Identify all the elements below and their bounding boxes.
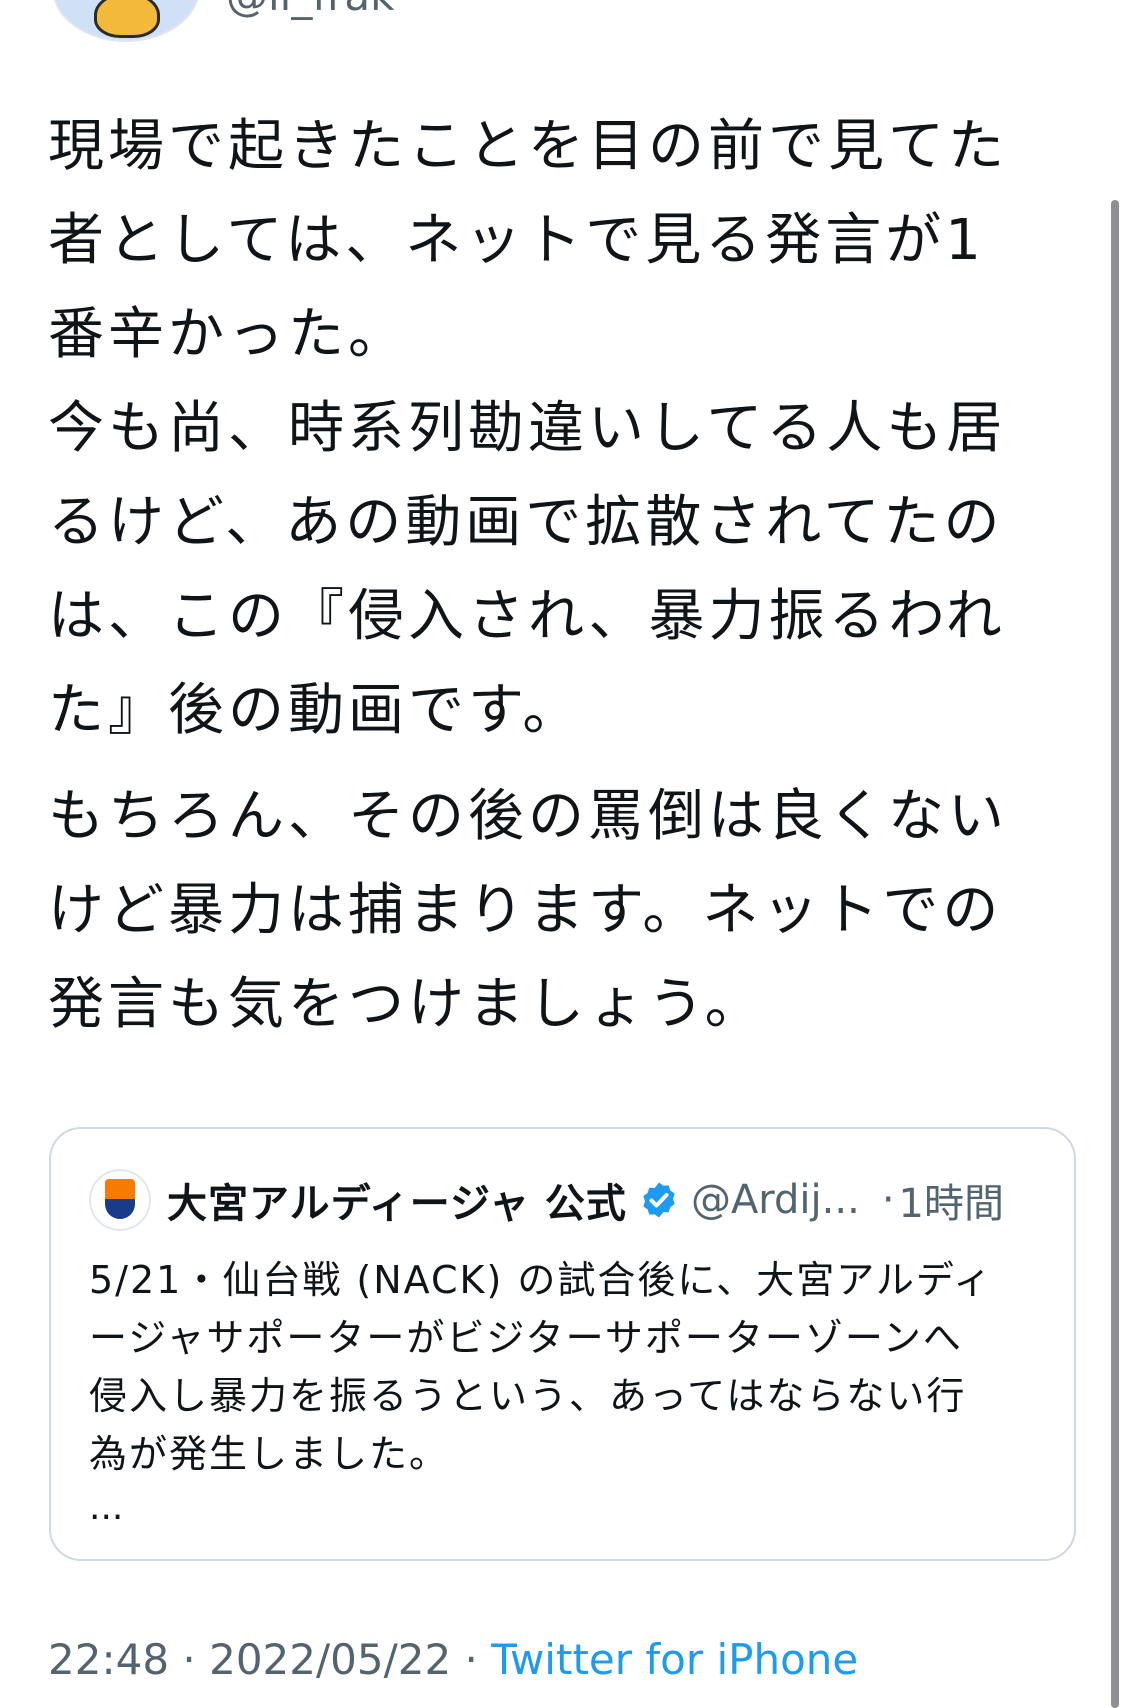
quoted-tweet-more-indicator: ...: [89, 1487, 124, 1528]
tweet-time: 22:48: [48, 1635, 170, 1684]
quoted-tweet-card[interactable]: 大宮アルディージャ 公式 @Ardij... · 1時間 5/21・仙台戦 (N…: [49, 1127, 1076, 1561]
tweet-metadata: 22:48 · 2022/05/22 · Twitter for iPhone: [48, 1634, 858, 1686]
quoted-tweet-header: 大宮アルディージャ 公式 @Ardij... · 1時間: [89, 1165, 1049, 1235]
tweet-source-link[interactable]: Twitter for iPhone: [491, 1635, 858, 1684]
quoted-tweet-time[interactable]: 1時間: [899, 1171, 1004, 1229]
author-avatar[interactable]: [52, 0, 200, 42]
tweet-paragraph: 現場で起きたことを目の前で見てた 者としては、ネットで見る発言が1 番辛かった。…: [48, 114, 1008, 743]
quoted-account-name[interactable]: 大宮アルディージャ 公式: [167, 1171, 627, 1229]
tweet-paragraph: もちろん、その後の罵倒は良くない けど暴力は捕まります。ネットでの 発言も気をつ…: [48, 784, 1008, 1037]
quoted-account-avatar[interactable]: [89, 1169, 151, 1231]
time-separator: ·: [881, 1177, 895, 1223]
club-crest-icon: [105, 1179, 135, 1219]
tweet-date: 2022/05/22: [209, 1635, 452, 1684]
author-handle[interactable]: @li_frak: [226, 0, 394, 20]
meta-separator: ·: [169, 1635, 210, 1684]
meta-separator: ·: [451, 1635, 492, 1684]
tweet-text: 現場で起きたことを目の前で見てた 者としては、ネットで見る発言が1 番辛かった。…: [48, 100, 1048, 1052]
quoted-account-handle[interactable]: @Ardij...: [691, 1177, 860, 1223]
avatar-character-image: [94, 0, 160, 38]
scrollbar[interactable]: [1111, 200, 1119, 1708]
verified-badge-icon: [643, 1182, 675, 1218]
tweet-header: @li_frak: [0, 0, 1125, 60]
quoted-tweet-text: 5/21・仙台戦 (NACK) の試合後に、大宮アルディ ージャサポーターがビジ…: [89, 1258, 994, 1476]
